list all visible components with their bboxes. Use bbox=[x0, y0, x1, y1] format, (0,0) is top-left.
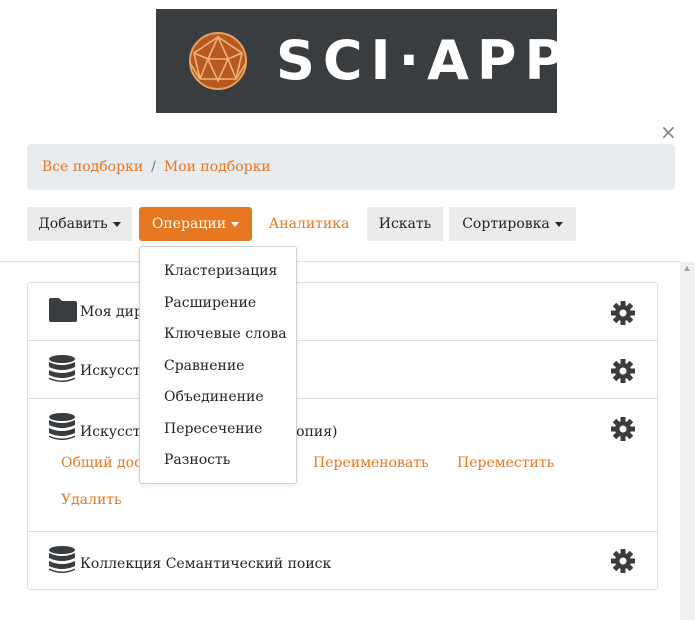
menu-item-expansion[interactable]: Расширение bbox=[164, 295, 256, 311]
divider bbox=[0, 261, 680, 262]
sort-button[interactable]: Сортировка bbox=[449, 207, 576, 241]
logo-text: SCI·APP bbox=[276, 29, 573, 92]
menu-item-comparison[interactable]: Сравнение bbox=[164, 358, 244, 374]
search-button[interactable]: Искать bbox=[367, 207, 443, 241]
database-icon bbox=[49, 355, 75, 382]
breadcrumb-my-collections[interactable]: Мои подборки bbox=[164, 159, 271, 175]
close-icon[interactable]: × bbox=[660, 122, 677, 142]
folder-icon bbox=[49, 298, 77, 322]
database-icon bbox=[49, 413, 75, 440]
collection-title[interactable]: Коллекция Семантический поиск bbox=[80, 556, 331, 572]
gear-icon[interactable] bbox=[611, 359, 635, 383]
operations-dropdown-menu: Кластеризация Расширение Ключевые слова … bbox=[139, 246, 297, 484]
breadcrumb: Все подборки / Мои подборки bbox=[27, 144, 675, 190]
app-logo: SCI·APP bbox=[156, 9, 564, 113]
collections-list: Моя директория Искусственный интеллект bbox=[27, 282, 658, 590]
scrollbar[interactable] bbox=[680, 262, 695, 620]
geodesic-sphere-icon bbox=[189, 32, 247, 90]
menu-item-clustering[interactable]: Кластеризация bbox=[164, 263, 277, 279]
breadcrumb-separator: / bbox=[151, 159, 156, 175]
scroll-up-arrow-icon[interactable] bbox=[684, 266, 690, 271]
move-action[interactable]: Переместить bbox=[457, 455, 554, 471]
list-item[interactable]: Искусственный интеллект bbox=[28, 341, 657, 399]
list-item[interactable]: Искусственный интеллект (копия) Общий до… bbox=[28, 399, 657, 532]
gear-icon[interactable] bbox=[611, 301, 635, 325]
menu-item-union[interactable]: Объединение bbox=[164, 389, 264, 405]
list-item[interactable]: Коллекция Семантический поиск bbox=[28, 532, 657, 589]
sort-button-label: Сортировка bbox=[462, 216, 550, 232]
gear-icon[interactable] bbox=[611, 549, 635, 573]
chevron-down-icon bbox=[231, 221, 240, 227]
database-icon bbox=[49, 546, 75, 573]
add-button[interactable]: Добавить bbox=[27, 207, 132, 241]
menu-item-difference[interactable]: Разность bbox=[164, 452, 230, 468]
list-item[interactable]: Моя директория bbox=[28, 283, 657, 341]
menu-item-intersection[interactable]: Пересечение bbox=[164, 421, 262, 437]
operations-button[interactable]: Операции bbox=[139, 207, 252, 241]
operations-button-label: Операции bbox=[151, 216, 227, 232]
rename-action[interactable]: Переименовать bbox=[313, 455, 429, 471]
analytics-link[interactable]: Аналитика bbox=[259, 207, 359, 241]
breadcrumb-all-collections[interactable]: Все подборки bbox=[42, 159, 143, 175]
chevron-down-icon bbox=[112, 221, 121, 227]
gear-icon[interactable] bbox=[611, 417, 635, 441]
delete-action[interactable]: Удалить bbox=[61, 492, 122, 508]
chevron-down-icon bbox=[554, 221, 563, 227]
menu-item-keywords[interactable]: Ключевые слова bbox=[164, 326, 287, 342]
add-button-label: Добавить bbox=[38, 216, 108, 232]
